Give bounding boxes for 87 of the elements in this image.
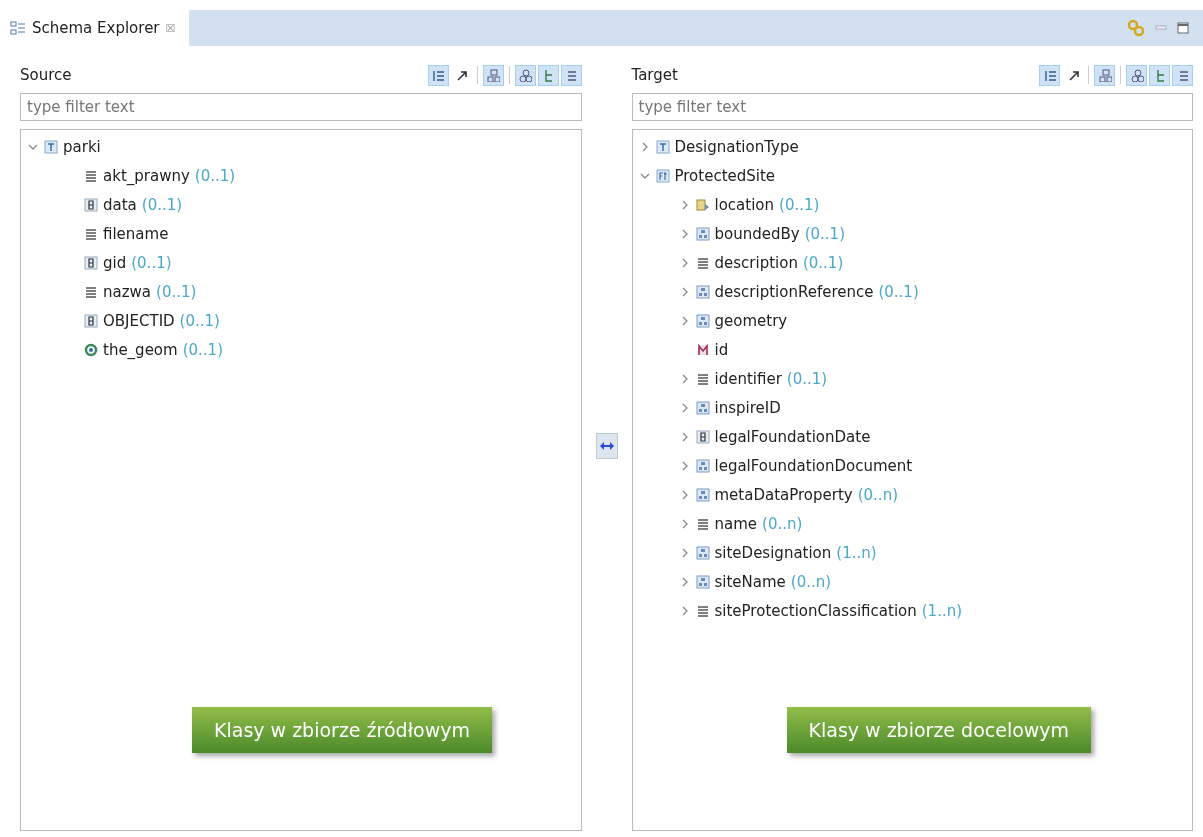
node-label[interactable]: metaDataProperty	[714, 485, 853, 504]
text-field-icon	[695, 603, 710, 618]
text-field-icon	[84, 226, 98, 241]
feature-type-icon	[655, 168, 670, 183]
text-field-icon	[695, 516, 710, 531]
geometry-type-icon	[84, 342, 98, 357]
complex-type-icon	[695, 458, 710, 473]
schema-icon	[10, 20, 26, 36]
node-label[interactable]: OBJECTID	[103, 311, 175, 330]
cardinality: (0..1)	[179, 311, 220, 330]
node-label[interactable]: nazwa	[103, 282, 152, 301]
text-field-icon	[695, 371, 710, 386]
cardinality: (0..1)	[779, 195, 820, 214]
node-label[interactable]: name	[714, 514, 758, 533]
complex-type-icon	[695, 313, 710, 328]
toolbar-button[interactable]	[1126, 64, 1147, 86]
view-tab[interactable]: Schema Explorer ☒	[0, 10, 190, 46]
boxes-icon	[486, 68, 500, 82]
cardinality: (0..1)	[194, 166, 236, 185]
node-label[interactable]: siteDesignation	[714, 543, 832, 562]
double-arrow-icon	[598, 440, 615, 451]
cardinality: (0..1)	[802, 253, 844, 272]
cardinality: (0..n)	[762, 514, 803, 533]
node-label[interactable]: the_geom	[103, 340, 178, 359]
node-label[interactable]: legalFoundationDate	[714, 427, 871, 446]
text-field-icon	[84, 168, 98, 183]
node-label[interactable]: inspireID	[714, 398, 781, 417]
node-label[interactable]: parki	[63, 137, 101, 156]
complex-type-icon	[695, 400, 710, 415]
cardinality: (0..1)	[131, 253, 172, 272]
type-type-icon	[44, 139, 58, 154]
circles-icon	[518, 68, 532, 82]
number-type-icon	[84, 255, 98, 270]
filter-field[interactable]: type filter text	[631, 93, 1193, 121]
type-type-icon	[655, 139, 670, 154]
complex-type-icon	[695, 284, 710, 299]
complex-type-icon	[695, 574, 710, 589]
toolbar-button[interactable]	[514, 64, 536, 86]
maximize-icon[interactable]	[1177, 22, 1189, 34]
node-label[interactable]: gid	[103, 253, 127, 272]
cardinality: (0..1)	[141, 195, 183, 214]
cardinality: (0..1)	[878, 282, 919, 301]
node-label[interactable]: location	[714, 195, 775, 214]
node-label[interactable]: siteProtectionClassification	[714, 601, 917, 620]
node-label[interactable]: DesignationType	[674, 137, 799, 156]
list-icon	[431, 68, 445, 82]
node-label[interactable]: siteName	[714, 572, 786, 591]
node-label[interactable]: legalFoundationDocument	[714, 456, 913, 475]
number-type-icon	[695, 429, 710, 444]
cardinality: (1..n)	[836, 543, 877, 562]
list-icon	[1042, 68, 1057, 82]
choice-type-icon	[695, 197, 710, 212]
id-type-icon	[695, 342, 710, 357]
text-field-icon	[695, 255, 710, 270]
node-label[interactable]: ProtectedSite	[674, 166, 776, 185]
number-type-icon	[84, 313, 98, 328]
node-label[interactable]: filename	[103, 224, 169, 243]
node-label[interactable]: data	[103, 195, 137, 214]
complex-type-icon	[695, 545, 710, 560]
panel-title: Target	[631, 66, 678, 84]
cardinality: (1..n)	[921, 601, 963, 620]
node-label[interactable]: boundedBy	[714, 224, 800, 243]
callout-label: Klasy w zbiorze docelowym	[786, 707, 1092, 753]
cardinality: (0..1)	[804, 224, 845, 243]
number-type-icon	[84, 197, 98, 212]
node-label[interactable]: id	[714, 340, 729, 359]
complex-type-icon	[695, 226, 710, 241]
cardinality: (0..1)	[786, 369, 828, 388]
circles-icon	[1129, 68, 1144, 82]
node-label[interactable]: description	[714, 253, 798, 272]
cardinality: (0..n)	[857, 485, 898, 504]
close-button[interactable]: ☒	[165, 21, 176, 35]
filter-field[interactable]: type filter text	[20, 93, 582, 121]
text-field-icon	[84, 284, 98, 299]
cardinality: (0..1)	[156, 282, 197, 301]
node-label[interactable]: identifier	[714, 369, 782, 388]
panel-title: Source	[20, 66, 72, 84]
cardinality: (0..n)	[790, 572, 832, 591]
cardinality: (0..1)	[182, 340, 223, 359]
complex-type-icon	[695, 487, 710, 502]
node-label[interactable]: geometry	[714, 311, 788, 330]
tab-title: Schema Explorer	[32, 19, 160, 37]
callout-label: Klasy w zbiorze źródłowym	[192, 707, 492, 753]
map-button[interactable]	[595, 432, 618, 459]
node-label[interactable]: descriptionReference	[714, 282, 874, 301]
boxes-icon	[1097, 68, 1112, 82]
node-label[interactable]: akt_prawny	[103, 166, 190, 185]
